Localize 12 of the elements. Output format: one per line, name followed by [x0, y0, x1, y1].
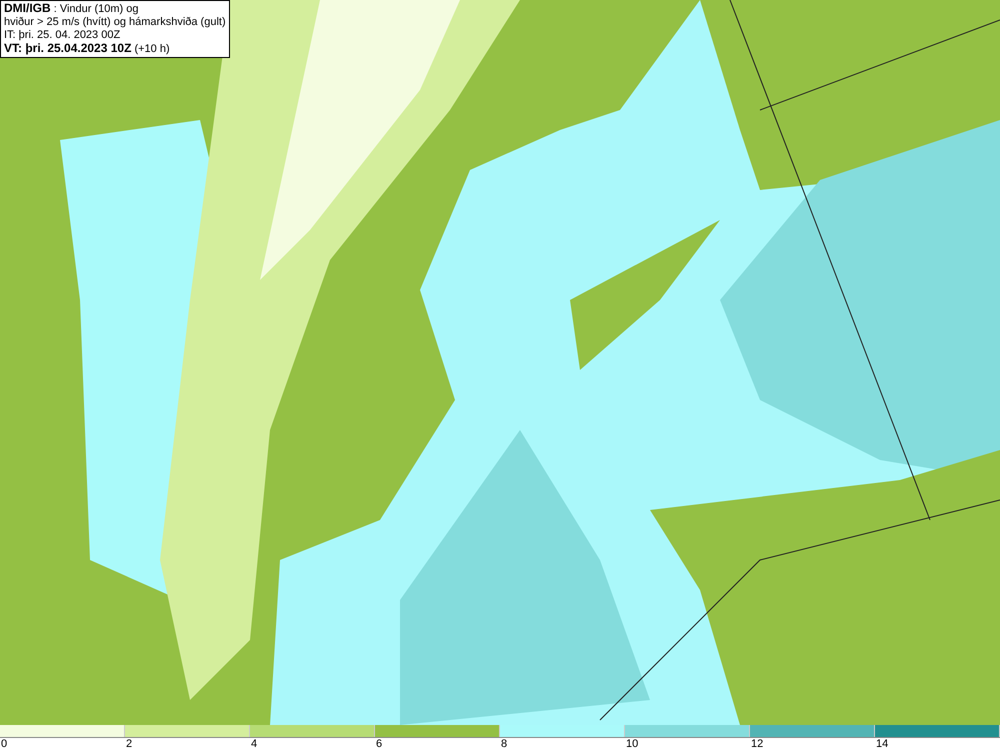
tick-label: 8	[500, 738, 508, 752]
tick-label: 10	[625, 738, 640, 752]
legend-text: IT: þri. 25. 04. 2023 00Z	[4, 29, 122, 42]
legend-text: VT: þri. 25.04.2023 10Z (+10 h)	[4, 42, 171, 56]
legend-text: hviður > 25 m/s (hvítt) og hámarkshviða (gult)	[4, 16, 226, 29]
tick-label: 0	[0, 738, 8, 752]
tick-label: 2	[125, 738, 134, 752]
tick-label: 12	[750, 738, 764, 752]
tick-label: 6	[375, 738, 384, 752]
tick-label: 14	[875, 738, 890, 752]
tick-label: 4	[250, 738, 258, 752]
legend-text: DMI/IGB : Vindur (10m) og	[4, 2, 140, 16]
